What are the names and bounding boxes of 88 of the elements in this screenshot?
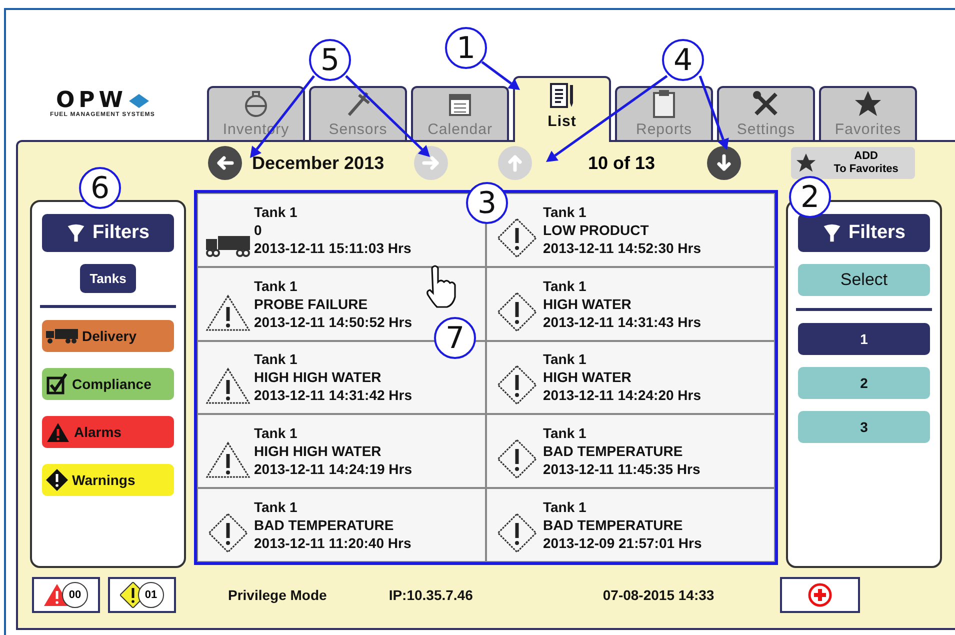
tank-name: Tank 1 <box>254 202 298 221</box>
add-button[interactable] <box>780 577 860 613</box>
tanks-button[interactable]: Tanks <box>80 264 136 293</box>
event-time: 2013-12-11 14:24:20 Hrs <box>543 386 702 404</box>
warning-triangle-icon <box>206 367 250 406</box>
event-cell[interactable]: Tank 1 BAD TEMPERATURE 2013-12-09 21:57:01 Hrs <box>486 488 775 562</box>
event-name: HIGH WATER <box>543 368 632 386</box>
warning-diamond-icon <box>497 292 537 332</box>
pointer-hand-icon <box>426 265 456 308</box>
event-time: 2013-12-11 11:45:35 Hrs <box>543 460 700 478</box>
warning-triangle-icon <box>206 294 250 332</box>
event-cell[interactable]: Tank 1 BAD TEMPERATURE 2013-12-11 11:45:35 Hrs <box>486 414 775 488</box>
event-name: BAD TEMPERATURE <box>543 442 684 460</box>
callout-arrow <box>481 61 520 90</box>
select-button[interactable]: Select <box>798 264 930 296</box>
warning-diamond-icon <box>46 469 68 491</box>
event-name: HIGH WATER <box>543 294 632 313</box>
filters-button[interactable]: Filters <box>42 214 174 252</box>
event-name: BAD TEMPERATURE <box>254 516 395 534</box>
warning-triangle-icon <box>206 441 250 480</box>
tank-name: Tank 1 <box>254 350 298 368</box>
event-time: 2013-12-09 21:57:01 Hrs <box>543 534 702 552</box>
event-cell[interactable]: Tank 1 HIGH WATER 2013-12-11 14:24:20 Hrs <box>486 340 775 414</box>
page-counter: 10 of 13 <box>588 152 656 174</box>
tab[interactable]: List <box>513 76 611 142</box>
star-icon <box>795 152 818 174</box>
warning-diamond-icon <box>208 513 248 554</box>
category-button[interactable]: Warnings <box>42 464 174 496</box>
plus-icon <box>808 583 832 607</box>
tank-name: Tank 1 <box>543 276 588 295</box>
callout-number: 4 <box>662 39 704 81</box>
event-cell[interactable]: Tank 1 HIGH WATER 2013-12-11 14:31:43 Hrs <box>486 266 775 341</box>
event-name: LOW PRODUCT <box>543 220 650 239</box>
event-time: 2013-12-11 14:52:30 Hrs <box>543 238 702 257</box>
tank-name: Tank 1 <box>254 424 298 442</box>
truck-icon <box>46 328 78 344</box>
filter-option[interactable]: 3 <box>798 411 930 443</box>
arrow-icon <box>421 153 441 173</box>
arrow-icon <box>505 153 525 173</box>
warning-diamond-icon <box>497 439 537 480</box>
star-icon <box>853 89 883 119</box>
tank-name: Tank 1 <box>254 276 298 295</box>
warning-diamond-icon <box>497 513 537 554</box>
counter-button[interactable]: 00 <box>32 577 100 613</box>
event-name: HIGH HIGH WATER <box>254 442 382 460</box>
event-time: 2013-12-11 14:31:43 Hrs <box>543 312 702 331</box>
add-favorites-button[interactable]: ADD To Favorites <box>791 147 916 179</box>
warning-diamond-icon <box>497 365 537 406</box>
event-cell[interactable]: Tank 1 HIGH HIGH WATER 2013-12-11 14:24:19 Hrs <box>197 414 486 488</box>
warning-triangle-icon <box>46 422 70 442</box>
event-name: PROBE FAILURE <box>254 294 369 313</box>
tank-name: Tank 1 <box>543 350 588 368</box>
filter-option[interactable]: 2 <box>798 367 930 399</box>
category-button[interactable]: Compliance <box>42 368 174 400</box>
count-badge: 00 <box>62 582 88 608</box>
category-button[interactable]: Delivery <box>42 320 174 352</box>
event-time: 2013-12-11 14:24:19 Hrs <box>254 460 412 478</box>
filters-button[interactable]: Filters <box>798 214 930 252</box>
tank-name: Tank 1 <box>543 202 588 221</box>
event-time: 2013-12-11 14:50:52 Hrs <box>254 312 412 331</box>
mode-label: Privilege Mode <box>228 587 327 603</box>
tank-name: Tank 1 <box>543 424 588 442</box>
callout-number: 5 <box>309 39 351 81</box>
event-name: BAD TEMPERATURE <box>543 516 684 534</box>
month-label: December 2013 <box>252 152 386 174</box>
count-badge: 01 <box>138 582 164 608</box>
category-button[interactable]: Alarms <box>42 416 174 448</box>
funnel-icon <box>822 223 842 243</box>
funnel-icon <box>66 223 86 243</box>
counter-button[interactable]: 01 <box>108 577 176 613</box>
checkbox-icon <box>46 373 68 395</box>
callout-number: 1 <box>445 27 487 69</box>
event-name: 0 <box>254 220 263 239</box>
tank-name: Tank 1 <box>254 498 298 516</box>
filter-option[interactable]: 1 <box>798 323 930 355</box>
event-time: 2013-12-11 15:11:03 Hrs <box>254 238 412 257</box>
event-time: 2013-12-11 11:20:40 Hrs <box>254 534 412 552</box>
truck-icon <box>206 234 250 258</box>
arrow-icon <box>215 153 235 173</box>
date-time: 07-08-2015 14:33 <box>602 587 714 603</box>
tank-name: Tank 1 <box>543 498 588 516</box>
ip-address: IP:10.35.7.46 <box>388 587 473 603</box>
arrow-button[interactable] <box>208 146 242 180</box>
warning-diamond-icon <box>497 218 537 258</box>
arrow-button[interactable] <box>707 146 742 180</box>
event-name: HIGH HIGH WATER <box>254 368 382 386</box>
event-cell[interactable]: Tank 1 BAD TEMPERATURE 2013-12-11 11:20:40 Hrs <box>197 488 486 562</box>
event-time: 2013-12-11 14:31:42 Hrs <box>254 386 412 404</box>
